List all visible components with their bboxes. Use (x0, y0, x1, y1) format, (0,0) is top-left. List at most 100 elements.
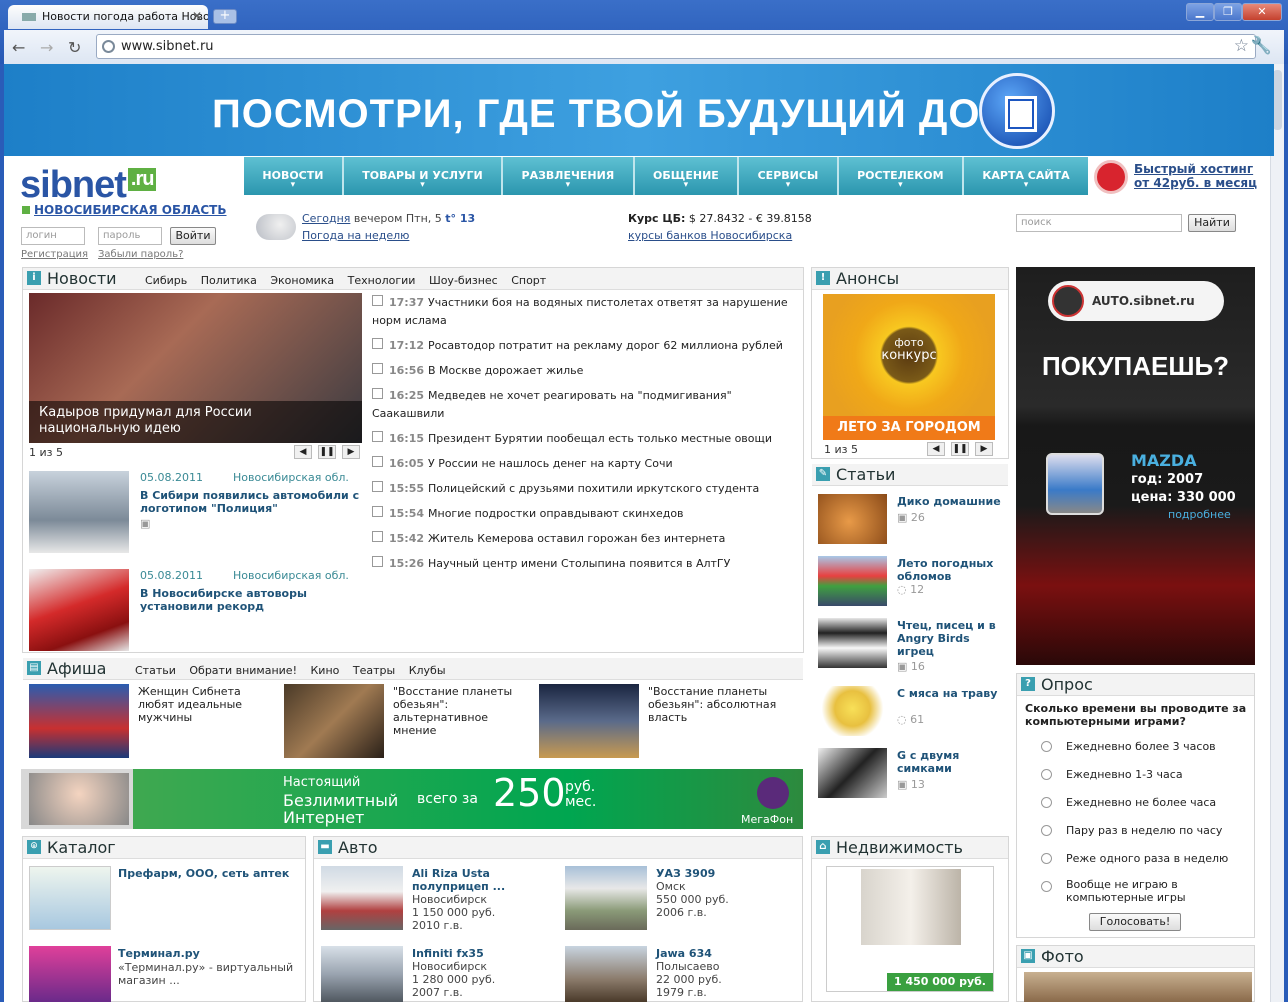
poll-option-radio[interactable] (1041, 853, 1052, 864)
poll-option-radio[interactable] (1041, 825, 1052, 836)
auto-ad-more-link[interactable]: подробнее (1168, 508, 1231, 521)
news-tab-sport[interactable]: Спорт (511, 274, 546, 287)
girl-grass-image[interactable] (818, 686, 887, 736)
region-link[interactable]: НОВОСИБИРСКАЯ ОБЛАСТЬ (22, 203, 227, 217)
wrench-icon[interactable]: 🔧 (1251, 36, 1272, 56)
maximize-icon[interactable]: ❐ (1214, 3, 1242, 21)
terminal-logo-image[interactable] (29, 946, 111, 1002)
poll-title[interactable]: Опрос (1041, 675, 1093, 694)
poll-option-radio[interactable] (1041, 769, 1052, 780)
anonsy-title[interactable]: Анонсы (836, 269, 899, 288)
forgot-password-link[interactable]: Забыли пароль? (98, 249, 183, 260)
ape-image[interactable] (284, 684, 384, 758)
ereader-image[interactable] (818, 618, 887, 668)
poll-option-label[interactable]: Реже одного раза в неделю (1066, 852, 1228, 865)
auto-item-title[interactable]: УАЗ 3909 (656, 867, 796, 880)
vote-button[interactable]: Голосовать! (1089, 913, 1181, 931)
weather-today-link[interactable]: Сегодня (302, 212, 350, 225)
article-title[interactable]: G с двумя симками (897, 749, 1007, 775)
auto-item-title[interactable]: Jawa 634 (656, 947, 796, 960)
photo-title[interactable]: Фото (1041, 947, 1084, 966)
news-item[interactable]: 16:56 В Москве дорожает жилье (372, 362, 792, 380)
news-item[interactable]: 16:05 У России не нашлось денег на карту … (372, 455, 792, 473)
article-title[interactable]: Чтец, писец и в Angry Birds игрец (897, 619, 1007, 658)
fox-image[interactable] (818, 494, 887, 544)
featured-news-image[interactable]: Кадыров придумал для России национальную… (29, 293, 362, 443)
catalog-item-title[interactable]: Терминал.ру (118, 947, 298, 960)
auto-sibnet-ad[interactable]: AUTO.sibnet.ru ПОКУПАЕШЬ? MAZDA год: 200… (1016, 267, 1255, 665)
news-item[interactable]: 17:37 Участники боя на водяных пистолетах… (372, 294, 792, 330)
featured-news-caption[interactable]: Кадыров придумал для России национальную… (39, 405, 299, 437)
prev-icon[interactable]: ◀ (294, 445, 312, 459)
address-bar[interactable]: www.sibnet.ru ☆ (96, 34, 1256, 59)
hosting-ad[interactable]: Быстрый хостинг от 42руб. в месяц (1094, 160, 1264, 196)
news-tab-siberia[interactable]: Сибирь (145, 274, 187, 287)
news-tab-tech[interactable]: Технологии (348, 274, 416, 287)
catalog-title[interactable]: Каталог (47, 838, 116, 857)
auto-title[interactable]: Авто (338, 838, 377, 857)
poll-option-label[interactable]: Ежедневно 1-3 часа (1066, 768, 1183, 781)
afisha-title[interactable]: Афиша (47, 659, 106, 678)
next-icon[interactable]: ▶ (342, 445, 360, 459)
realty-title[interactable]: Недвижимость (836, 838, 963, 857)
search-button[interactable]: Найти (1188, 214, 1236, 232)
poll-option-label[interactable]: Вообще не играю в компьютерные игры (1066, 878, 1226, 904)
news-tab-economy[interactable]: Экономика (270, 274, 334, 287)
site-logo[interactable]: sibnet .ru (20, 164, 157, 207)
photo-image[interactable] (1024, 972, 1252, 1002)
afisha-item-title[interactable]: Женщин Сибнета любят идеальные мужчины (138, 685, 268, 724)
forward-icon[interactable]: → (40, 38, 53, 57)
weather-week-link[interactable]: Погода на неделю (302, 229, 409, 242)
article-title[interactable]: Лето погодных обломов (897, 557, 1007, 583)
afisha-tab-cinema[interactable]: Кино (310, 664, 339, 677)
menu-item-goods[interactable]: ТОВАРЫ И УСЛУГИ (344, 157, 504, 195)
scrollbar[interactable] (1270, 64, 1284, 1002)
article-title[interactable]: Дико домашние (897, 495, 1007, 508)
auto-item-title[interactable]: Infiniti fx35 (412, 947, 552, 960)
poll-option-radio[interactable] (1041, 797, 1052, 808)
news-item[interactable]: 15:26 Научный центр имени Столыпина появи… (372, 555, 792, 573)
menu-item-rostelecom[interactable]: РОСТЕЛЕКОМ (839, 157, 964, 195)
minimize-icon[interactable]: ▁ (1186, 3, 1214, 21)
poll-option-label[interactable]: Ежедневно более 3 часов (1066, 740, 1216, 753)
news-item[interactable]: 16:15 Президент Бурятии пообещал есть тол… (372, 430, 792, 448)
next-icon[interactable]: ▶ (975, 442, 993, 456)
menu-item-sitemap[interactable]: КАРТА САЙТА (964, 157, 1088, 195)
afisha-tab-attention[interactable]: Обрати внимание! (189, 664, 297, 677)
police-car-image[interactable] (29, 471, 129, 553)
menu-item-news[interactable]: НОВОСТИ (244, 157, 344, 195)
auto-item-title[interactable]: Ali Riza Usta полуприцеп ... (412, 867, 552, 893)
afisha-tab-clubs[interactable]: Клубы (409, 664, 446, 677)
login-button[interactable]: Войти (170, 227, 216, 245)
afisha-tab-theatres[interactable]: Театры (353, 664, 395, 677)
news-item[interactable]: 15:42 Житель Кемерова оставил горожан без… (372, 530, 792, 548)
menu-item-services[interactable]: СЕРВИСЫ (739, 157, 839, 195)
poll-option-radio[interactable] (1041, 881, 1052, 892)
afisha-item-title[interactable]: "Восстание планеты обезьян": абсолютная … (648, 685, 798, 724)
news-title[interactable]: Новости (47, 269, 117, 288)
ape-city-image[interactable] (539, 684, 639, 758)
articles-title[interactable]: Статьи (836, 465, 895, 484)
news-item[interactable]: 16:25 Медведев не хочет реагировать на "п… (372, 387, 792, 423)
reload-icon[interactable]: ↻ (68, 38, 81, 57)
register-link[interactable]: Регистрация (21, 249, 88, 260)
news-tab-showbiz[interactable]: Шоу-бизнес (429, 274, 498, 287)
poll-option-label[interactable]: Пару раз в неделю по часу (1066, 824, 1222, 837)
scrollbar-thumb[interactable] (1273, 70, 1282, 130)
poll-option-radio[interactable] (1041, 741, 1052, 752)
menu-item-communication[interactable]: ОБЩЕНИЕ (635, 157, 740, 195)
catalog-item-title[interactable]: Префарм, ООО, сеть аптек (118, 867, 298, 880)
trailer-image[interactable] (321, 866, 403, 930)
prev-icon[interactable]: ◀ (927, 442, 945, 456)
search-input[interactable]: поиск (1016, 214, 1182, 232)
uaz-image[interactable] (565, 866, 647, 930)
regional-news-title[interactable]: В Сибири появились автомобили с логотипо… (140, 489, 364, 515)
afisha-tab-articles[interactable]: Статьи (135, 664, 176, 677)
pause-icon[interactable]: ❚❚ (318, 445, 336, 459)
login-input[interactable]: логин (21, 227, 85, 245)
password-input[interactable]: пароль (98, 227, 162, 245)
superman-image[interactable] (29, 684, 129, 758)
menu-item-entertainment[interactable]: РАЗВЛЕЧЕНИЯ (503, 157, 635, 195)
bookmark-star-icon[interactable]: ☆ (1234, 36, 1249, 56)
poll-option-label[interactable]: Ежедневно не более часа (1066, 796, 1216, 809)
